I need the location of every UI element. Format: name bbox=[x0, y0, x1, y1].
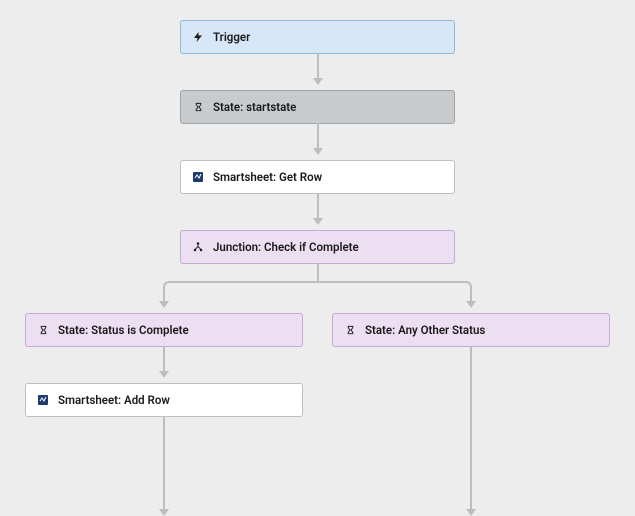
node-label: State: startstate bbox=[213, 100, 296, 114]
node-label: State: Any Other Status bbox=[365, 323, 485, 337]
flow-arrow bbox=[157, 288, 171, 308]
node-state-status-complete[interactable]: State: Status is Complete bbox=[25, 313, 303, 347]
flow-arrow bbox=[464, 346, 478, 516]
state-icon bbox=[191, 100, 205, 114]
state-icon bbox=[36, 323, 50, 337]
flow-arrow bbox=[311, 193, 325, 225]
flow-arrow bbox=[311, 263, 325, 281]
state-icon bbox=[343, 323, 357, 337]
junction-icon bbox=[191, 240, 205, 254]
node-junction-check-complete[interactable]: Junction: Check if Complete bbox=[180, 230, 455, 264]
branch-connector bbox=[171, 281, 466, 283]
flow-arrow bbox=[311, 123, 325, 155]
node-smartsheet-add-row[interactable]: Smartsheet: Add Row bbox=[25, 383, 303, 417]
smartsheet-icon bbox=[191, 170, 205, 184]
smartsheet-icon bbox=[36, 393, 50, 407]
flow-arrow bbox=[157, 416, 171, 516]
flow-arrow bbox=[464, 288, 478, 308]
node-state-any-other-status[interactable]: State: Any Other Status bbox=[332, 313, 610, 347]
flow-arrow bbox=[311, 53, 325, 85]
node-label: Smartsheet: Add Row bbox=[58, 393, 170, 407]
workflow-canvas: Trigger State: startstate Smartsheet: Ge… bbox=[0, 0, 635, 516]
node-label: State: Status is Complete bbox=[58, 323, 189, 337]
node-trigger[interactable]: Trigger bbox=[180, 20, 455, 54]
node-label: Smartsheet: Get Row bbox=[213, 170, 322, 184]
flow-arrow bbox=[157, 346, 171, 378]
node-label: Junction: Check if Complete bbox=[213, 240, 359, 254]
node-label: Trigger bbox=[213, 30, 250, 44]
lightning-icon bbox=[191, 30, 205, 44]
node-smartsheet-get-row[interactable]: Smartsheet: Get Row bbox=[180, 160, 455, 194]
node-state-startstate[interactable]: State: startstate bbox=[180, 90, 455, 124]
